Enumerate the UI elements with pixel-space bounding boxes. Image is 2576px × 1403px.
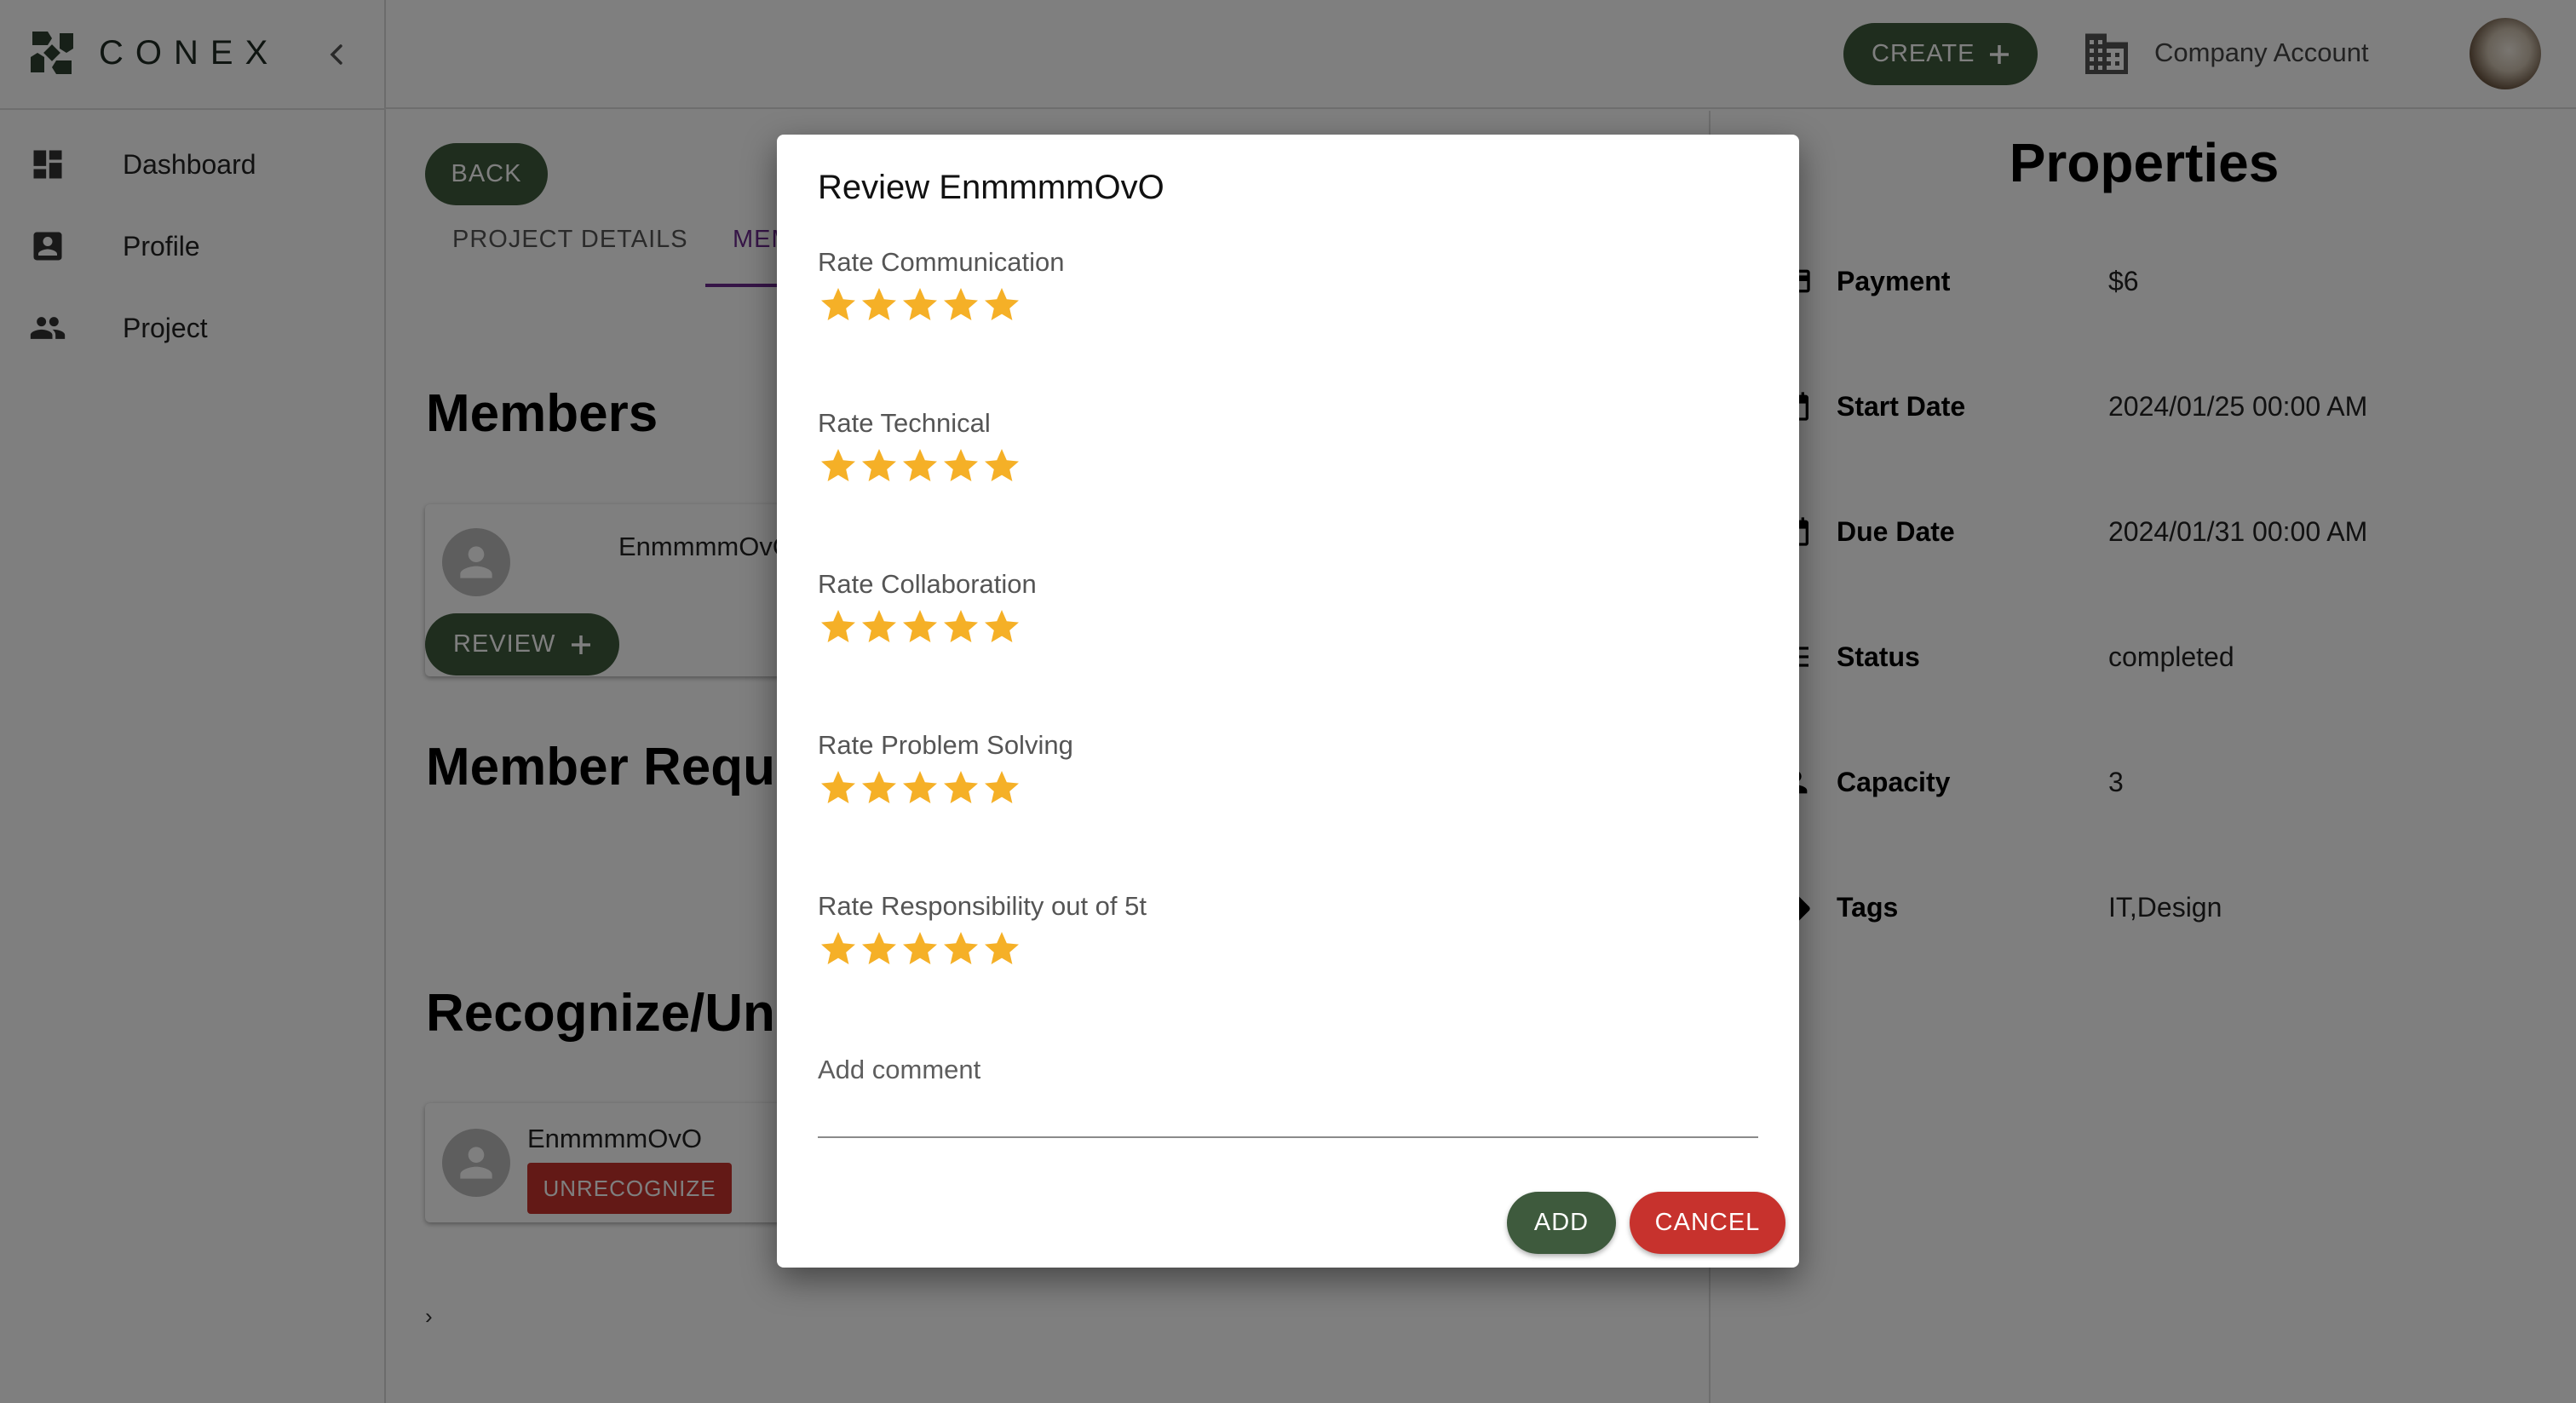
star-icon[interactable] [900, 929, 940, 969]
star-icon[interactable] [940, 929, 981, 969]
star-icon[interactable] [818, 446, 859, 486]
star-icon[interactable] [981, 285, 1022, 325]
rating-problem-solving: Rate Problem Solving [818, 730, 1755, 824]
star-icon[interactable] [900, 446, 940, 486]
rating-label: Rate Responsibility out of 5t [818, 891, 1147, 921]
star-icon[interactable] [859, 768, 900, 808]
star-rating[interactable] [818, 607, 1022, 647]
star-icon[interactable] [981, 446, 1022, 486]
star-icon[interactable] [940, 768, 981, 808]
cancel-button[interactable]: CANCEL [1630, 1192, 1785, 1254]
star-icon[interactable] [940, 607, 981, 647]
rating-collaboration: Rate Collaboration [818, 569, 1755, 663]
star-rating[interactable] [818, 768, 1022, 808]
star-icon[interactable] [818, 607, 859, 647]
rating-communication: Rate Communication [818, 247, 1755, 341]
star-icon[interactable] [859, 607, 900, 647]
star-icon[interactable] [981, 607, 1022, 647]
star-rating[interactable] [818, 446, 1022, 486]
star-icon[interactable] [900, 285, 940, 325]
star-icon[interactable] [818, 768, 859, 808]
comment-field [818, 1044, 1758, 1138]
star-icon[interactable] [859, 285, 900, 325]
rating-responsibility: Rate Responsibility out of 5t [818, 891, 1755, 985]
star-icon[interactable] [940, 446, 981, 486]
star-icon[interactable] [859, 446, 900, 486]
star-icon[interactable] [900, 607, 940, 647]
review-dialog: Review EnmmmmOvO Rate Communication Rate… [777, 135, 1799, 1268]
star-rating[interactable] [818, 929, 1022, 969]
rating-label: Rate Problem Solving [818, 730, 1073, 760]
comment-input[interactable] [818, 1044, 1758, 1095]
star-icon[interactable] [940, 285, 981, 325]
star-icon[interactable] [981, 929, 1022, 969]
star-icon[interactable] [981, 768, 1022, 808]
star-icon[interactable] [818, 285, 859, 325]
rating-label: Rate Technical [818, 408, 991, 438]
star-icon[interactable] [900, 768, 940, 808]
star-icon[interactable] [859, 929, 900, 969]
rating-label: Rate Communication [818, 247, 1065, 277]
star-icon[interactable] [818, 929, 859, 969]
star-rating[interactable] [818, 285, 1022, 325]
rating-technical: Rate Technical [818, 408, 1755, 502]
dialog-title: Review EnmmmmOvO [818, 169, 1164, 206]
add-button[interactable]: ADD [1507, 1192, 1616, 1254]
rating-label: Rate Collaboration [818, 569, 1037, 599]
